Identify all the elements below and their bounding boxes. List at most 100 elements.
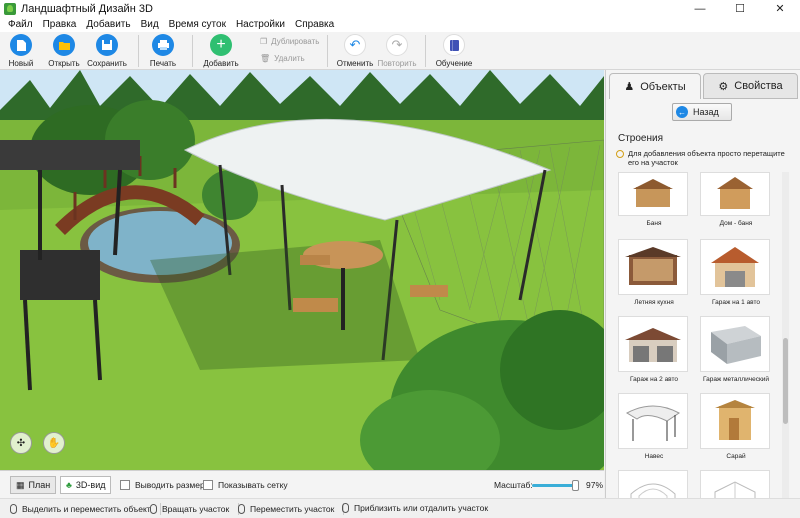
status-select: Выделить и переместить объект: [10, 503, 161, 515]
status-select-text: Выделить и переместить объект: [22, 504, 151, 514]
book-icon: [443, 34, 465, 56]
hand-pan-icon[interactable]: ✋: [43, 432, 65, 454]
back-button[interactable]: ← Назад: [672, 103, 732, 121]
object-thumbnail: [618, 239, 688, 295]
object-caption: Гараж на 1 авто: [711, 299, 761, 306]
plan-view-button[interactable]: ▦ План: [10, 476, 57, 494]
mouse-icon: [150, 504, 157, 514]
object-item[interactable]: Навес: [618, 393, 690, 460]
arrow-left-icon: ←: [676, 106, 688, 118]
3d-view-button[interactable]: ♣ 3D-вид: [60, 476, 112, 494]
menu-add[interactable]: Добавить: [86, 19, 130, 30]
tab-properties[interactable]: ⚙ Свойства: [703, 73, 798, 99]
object-item[interactable]: Гараж металлический: [700, 316, 772, 383]
duplicate-button[interactable]: ❐ Дублировать: [260, 37, 319, 46]
status-rotate: Вращать участок: [150, 503, 240, 515]
object-item[interactable]: Дом - баня: [700, 172, 772, 227]
status-move-text: Переместить участок: [250, 504, 335, 514]
3d-viewport[interactable]: ✣ ✋: [0, 70, 604, 470]
save-button[interactable]: Сохранить: [77, 34, 137, 68]
objects-scrollbar[interactable]: [782, 172, 789, 498]
mouse-icon: [238, 504, 245, 514]
trash-icon: 🗑: [260, 54, 271, 63]
delete-label: Удалить: [274, 54, 305, 63]
gear-icon: ⚙: [718, 80, 729, 93]
print-button[interactable]: Печать: [133, 34, 193, 68]
floppy-icon: [96, 34, 118, 56]
checkbox-box[interactable]: [120, 480, 130, 490]
menu-file[interactable]: Файл: [8, 19, 33, 30]
object-thumbnail: [618, 393, 688, 449]
show-sizes-checkbox[interactable]: Выводить размеры: [120, 480, 211, 490]
app-logo-icon: [4, 2, 16, 15]
object-caption: Сарай: [726, 453, 746, 460]
maximize-button[interactable]: ☐: [720, 0, 760, 17]
object-thumbnail: [700, 172, 770, 216]
object-thumbnail: [618, 470, 688, 498]
info-icon: [616, 150, 624, 158]
object-thumbnail: [700, 470, 770, 498]
menu-help[interactable]: Справка: [295, 19, 334, 30]
status-rotate-text: Вращать участок: [162, 504, 230, 514]
tab-properties-label: Свойства: [734, 80, 783, 92]
tree-icon: ♣: [66, 480, 72, 490]
show-grid-checkbox[interactable]: Показывать сетку: [203, 480, 288, 490]
delete-button[interactable]: 🗑 Удалить: [260, 54, 305, 63]
menu-daytime[interactable]: Время суток: [169, 19, 226, 30]
show-sizes-label: Выводить размеры: [135, 480, 211, 490]
close-button[interactable]: ✕: [760, 0, 800, 17]
mouse-icon: [342, 503, 349, 513]
object-item[interactable]: Сарай: [700, 393, 772, 460]
scale-value: 97%: [586, 480, 604, 490]
plus-icon: +: [210, 34, 232, 56]
hint-text: Для добавления объекта просто перетащите…: [628, 149, 785, 168]
3d-view-label: 3D-вид: [75, 480, 106, 490]
scale-slider-knob[interactable]: [572, 480, 579, 491]
object-tab-icon: ♟: [624, 81, 635, 93]
redo-button[interactable]: ↷ Повторить: [367, 34, 427, 68]
object-item[interactable]: Баня: [618, 172, 690, 227]
view-bar: ▦ План ♣ 3D-вид Выводить размеры Показыв…: [0, 470, 604, 498]
scale-label: Масштаб:: [494, 480, 533, 490]
objects-panel: ♟ Объекты ⚙ Свойства ← Назад Строения Дл…: [605, 70, 800, 498]
scrollbar-thumb[interactable]: [783, 338, 788, 424]
print-label: Печать: [149, 59, 177, 68]
object-caption: Баня: [646, 220, 662, 227]
object-caption: Гараж металлический: [702, 376, 770, 383]
object-item[interactable]: Летняя кухня: [618, 239, 690, 306]
object-item[interactable]: [700, 470, 772, 498]
object-thumbnail: [700, 393, 770, 449]
mouse-icon: [10, 504, 17, 514]
tab-objects-label: Объекты: [640, 80, 686, 93]
toolbar: Новый Открыть Сохранить Печать + Добавит…: [0, 32, 800, 70]
undo-icon: ↶: [344, 34, 366, 56]
add-label: Добавить: [203, 59, 239, 68]
show-grid-label: Показывать сетку: [218, 480, 288, 490]
checkbox-box[interactable]: [203, 480, 213, 490]
menu-edit[interactable]: Правка: [43, 19, 77, 30]
printer-icon: [152, 34, 174, 56]
menu-settings[interactable]: Настройки: [236, 19, 285, 30]
object-thumbnail: [700, 239, 770, 295]
redo-label: Повторить: [377, 59, 417, 68]
minimize-button[interactable]: —: [680, 0, 720, 17]
menu-view[interactable]: Вид: [141, 19, 159, 30]
menu-bar: Файл Правка Добавить Вид Время суток Нас…: [0, 17, 800, 32]
learn-button[interactable]: Обучение: [424, 34, 484, 68]
folder-icon: [53, 34, 75, 56]
object-caption: Дом - баня: [719, 220, 753, 227]
object-item[interactable]: Гараж на 1 авто: [700, 239, 772, 306]
tab-objects[interactable]: ♟ Объекты: [609, 73, 701, 99]
status-zoom-text: Приблизить или отдалить участок: [354, 503, 489, 513]
title-bar: Ландшафтный Дизайн 3D — ☐ ✕: [0, 0, 800, 17]
window-title: Ландшафтный Дизайн 3D: [21, 2, 153, 15]
object-item[interactable]: Гараж на 2 авто: [618, 316, 690, 383]
object-caption: Гараж на 2 авто: [629, 376, 679, 383]
status-bar: Выделить и переместить объект Вращать уч…: [0, 498, 800, 518]
object-item[interactable]: [618, 470, 690, 498]
add-button[interactable]: + Добавить: [191, 34, 251, 68]
rotate-view-icon[interactable]: ✣: [10, 432, 32, 454]
object-thumbnail: [700, 316, 770, 372]
status-zoom: Приблизить или отдалить участок: [342, 503, 488, 513]
status-move: Переместить участок: [238, 503, 345, 515]
